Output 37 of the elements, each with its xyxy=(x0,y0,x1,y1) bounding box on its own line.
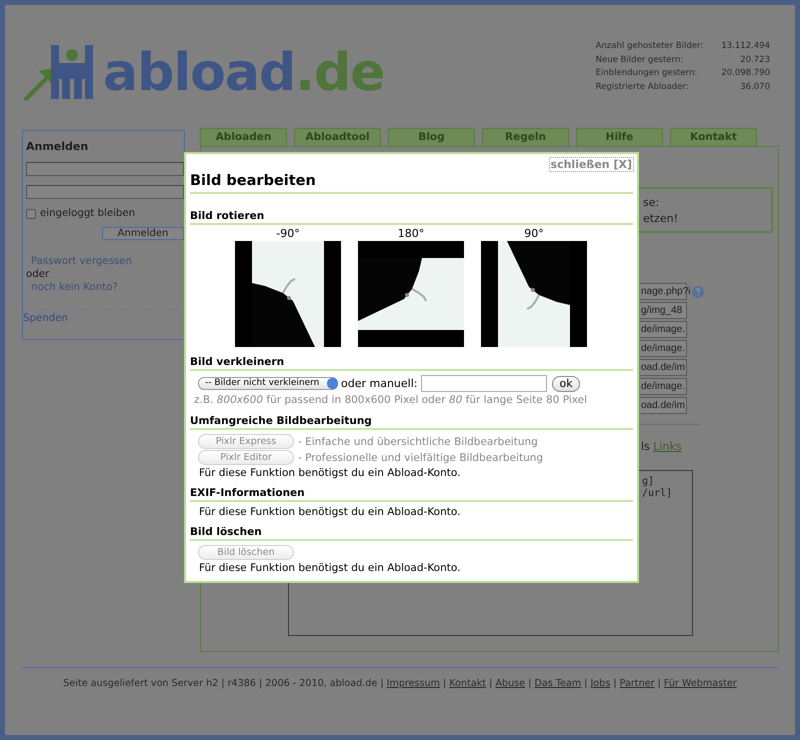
separator-text: | xyxy=(380,678,384,689)
separator-text: | xyxy=(658,678,661,689)
or-text: oder xyxy=(26,269,50,280)
account-note: Für diese Funktion benötigst du ein Abload-Konto. xyxy=(199,466,462,480)
section-heading: EXIF-Informationen xyxy=(190,484,633,502)
footer-text: Seite ausgeliefert von Server h2 | r4386 | 2006 - 2010, abload.de xyxy=(63,678,378,689)
stat-label: Einblendungen gestern: xyxy=(596,68,698,80)
account-note: Für diese Funktion benötigst du ein Abload-Konto. xyxy=(199,505,462,519)
stat-value: 20.098.790 xyxy=(720,68,770,80)
separator-text: | xyxy=(489,678,492,689)
rotation-label: -90° xyxy=(276,227,300,241)
account-note: Für diese Funktion benötigst du ein Abload-Konto. xyxy=(199,561,462,575)
or-label: oder manuell: xyxy=(341,377,418,390)
stat-value: 36.070 xyxy=(739,82,770,94)
stat-label: Neue Bilder gestern: xyxy=(596,54,684,67)
section-heading: Bild löschen xyxy=(190,523,633,541)
hint-text: z.B. 800x600 für passend in 800x600 Pixel oder 80 für lange Seite 80 Pixel xyxy=(194,393,588,407)
separator-text: | xyxy=(443,678,446,689)
label-text: ls xyxy=(641,440,651,453)
rotation-label: 90° xyxy=(524,227,544,241)
stat-value: 13.112.494 xyxy=(720,41,770,54)
notice-text: etzen! xyxy=(643,211,680,227)
stat-label: Anzahl gehosteter Bilder: xyxy=(596,41,704,54)
separator-text: | xyxy=(584,678,588,689)
separator-text: | xyxy=(528,678,532,689)
checkbox-label: eingeloggt bleiben xyxy=(40,208,136,219)
rotation-label: 180° xyxy=(398,227,424,241)
tool-description: - Einfache und übersichtliche Bildbearbeitung xyxy=(298,436,538,448)
notice-text: se: xyxy=(643,195,660,211)
section-heading: Umfangreiche Bildbearbeitung xyxy=(190,412,633,430)
login-title: Anmelden xyxy=(26,140,88,153)
stat-value: 20.723 xyxy=(739,54,770,67)
tool-description: - Professionelle und vielfältige Bildbearbeitung xyxy=(298,452,544,464)
section-heading: Bild verkleinern xyxy=(190,353,633,371)
stat-label: Registrierte Abloader: xyxy=(596,82,690,94)
section-heading: Bild rotieren xyxy=(190,207,633,225)
separator-text: | xyxy=(613,678,617,689)
